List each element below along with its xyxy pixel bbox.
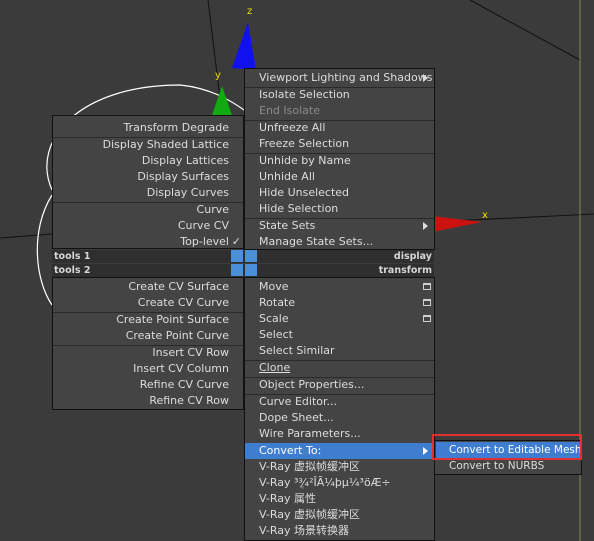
quad-bar-display-label: display xyxy=(393,251,432,262)
menu-item-end-isolate: End Isolate xyxy=(259,104,320,117)
menu-item-scale-label: Scale xyxy=(259,312,289,325)
menu-item-create-cv-surface[interactable]: Create CV Surface xyxy=(53,279,243,295)
menu-item-insert-cv-row[interactable]: Insert CV Row xyxy=(53,345,243,361)
menu-item-move[interactable]: Move xyxy=(245,279,434,295)
menu-item-clone[interactable]: Clone xyxy=(245,360,434,376)
menu-item-curve-cv[interactable]: Curve CV xyxy=(53,218,243,234)
menu-item-rotate[interactable]: Rotate xyxy=(245,295,434,311)
menu-item-move-label: Move xyxy=(259,280,289,293)
settings-box-icon[interactable] xyxy=(423,299,431,306)
quad-menu-display: Transform Degrade Display Shaded Lattice… xyxy=(52,115,244,249)
menu-item-vray-properties[interactable]: V-Ray 属性 xyxy=(245,491,434,507)
menu-item-isolate-selection[interactable]: Isolate Selection xyxy=(245,87,434,103)
menu-item-state-sets[interactable]: State Sets xyxy=(245,218,434,234)
submenu-arrow-icon xyxy=(423,447,428,455)
quad-bar-tools1-label: tools 1 xyxy=(54,251,91,262)
menu-item-freeze-selection[interactable]: Freeze Selection xyxy=(245,136,434,152)
axis-x-label: x xyxy=(482,210,488,221)
menu-item-refine-cv-row[interactable]: Refine CV Row xyxy=(53,393,243,409)
menu-item-vray-frame-buffer-2[interactable]: V-Ray 虚拟帧缓冲区 xyxy=(245,507,434,523)
highlight-callout-box xyxy=(432,434,582,460)
menu-item-create-cv-curve[interactable]: Create CV Curve xyxy=(53,295,243,311)
menu-item-vray-scene-converter[interactable]: V-Ray 场景转换器 xyxy=(245,523,434,539)
menu-item-convert-to-label: Convert To: xyxy=(259,444,322,457)
axis-y-label: y xyxy=(215,70,221,81)
menu-item-hide-selection[interactable]: Hide Selection xyxy=(245,201,434,217)
menu-item-refine-cv-curve[interactable]: Refine CV Curve xyxy=(53,377,243,393)
menu-item-convert-to[interactable]: Convert To: xyxy=(245,443,434,459)
menu-item-unhide-by-name[interactable]: Unhide by Name xyxy=(245,153,434,169)
quad-menu-transform: Move Rotate Scale Select Select Similar … xyxy=(244,277,435,541)
quad-bar-tools1[interactable]: tools 1 display xyxy=(52,250,434,263)
axis-z-label: z xyxy=(247,6,253,17)
check-icon: ✓ xyxy=(231,235,241,248)
menu-item-unhide-all[interactable]: Unhide All xyxy=(245,169,434,185)
settings-box-icon[interactable] xyxy=(423,283,431,290)
menu-item-select-similar[interactable]: Select Similar xyxy=(245,343,434,359)
menu-item-top-level-label: Top-level xyxy=(180,235,229,248)
menu-item-dope-sheet[interactable]: Dope Sheet... xyxy=(245,410,434,426)
menu-item-convert-to-nurbs[interactable]: Convert to NURBS xyxy=(436,458,580,474)
quad-switch-top-right[interactable] xyxy=(245,250,257,262)
menu-item-rotate-label: Rotate xyxy=(259,296,296,309)
menu-item-state-sets-label: State Sets xyxy=(259,219,316,232)
menu-item-object-properties[interactable]: Object Properties... xyxy=(245,377,434,393)
menu-item-insert-cv-column[interactable]: Insert CV Column xyxy=(53,361,243,377)
menu-item-select[interactable]: Select xyxy=(245,327,434,343)
menu-item-viewport-lighting[interactable]: Viewport Lighting and Shadows xyxy=(245,70,434,86)
menu-item-manage-state-sets[interactable]: Manage State Sets... xyxy=(245,234,434,250)
menu-item-unfreeze-all[interactable]: Unfreeze All xyxy=(245,120,434,136)
settings-box-icon[interactable] xyxy=(423,315,431,322)
menu-item-wire-parameters[interactable]: Wire Parameters... xyxy=(245,426,434,442)
menu-item-hide-unselected[interactable]: Hide Unselected xyxy=(245,185,434,201)
menu-item-create-point-surface[interactable]: Create Point Surface xyxy=(53,312,243,328)
menu-item-display-shaded-lattice[interactable]: Display Shaded Lattice xyxy=(53,137,243,153)
quad-bar-tools2-label: tools 2 xyxy=(54,265,91,276)
menu-item-viewport-lighting-label: Viewport Lighting and Shadows xyxy=(259,71,433,84)
menu-item-create-point-curve[interactable]: Create Point Curve xyxy=(53,328,243,344)
submenu-arrow-icon xyxy=(423,222,428,230)
menu-item-transform-degrade[interactable]: Transform Degrade xyxy=(53,120,243,136)
menu-item-top-level[interactable]: Top-level ✓ xyxy=(53,234,243,250)
menu-item-display-lattices[interactable]: Display Lattices xyxy=(53,153,243,169)
quad-bar-transform-label: transform xyxy=(378,265,432,276)
menu-item-scale[interactable]: Scale xyxy=(245,311,434,327)
quad-menu-display-right: Viewport Lighting and Shadows Isolate Se… xyxy=(244,68,435,250)
quad-menu-tools2: Create CV Surface Create CV Curve Create… xyxy=(52,277,244,410)
menu-item-curve[interactable]: Curve xyxy=(53,202,243,218)
menu-item-vray-exporter[interactable]: V-Ray ³ֲ¾²ÎÃ¼þµ¼³öÆ÷ xyxy=(245,475,434,491)
quad-switch-bottom-right[interactable] xyxy=(245,264,257,276)
menu-item-curve-editor[interactable]: Curve Editor... xyxy=(245,394,434,410)
menu-item-display-surfaces[interactable]: Display Surfaces xyxy=(53,169,243,185)
menu-item-display-curves[interactable]: Display Curves xyxy=(53,185,243,201)
quad-bar-tools2[interactable]: tools 2 transform xyxy=(52,264,434,277)
submenu-arrow-icon xyxy=(423,74,428,82)
quad-switch-bottom-left[interactable] xyxy=(231,264,243,276)
menu-item-vray-frame-buffer[interactable]: V-Ray 虚拟帧缓冲区 xyxy=(245,459,434,475)
quad-switch-top-left[interactable] xyxy=(231,250,243,262)
